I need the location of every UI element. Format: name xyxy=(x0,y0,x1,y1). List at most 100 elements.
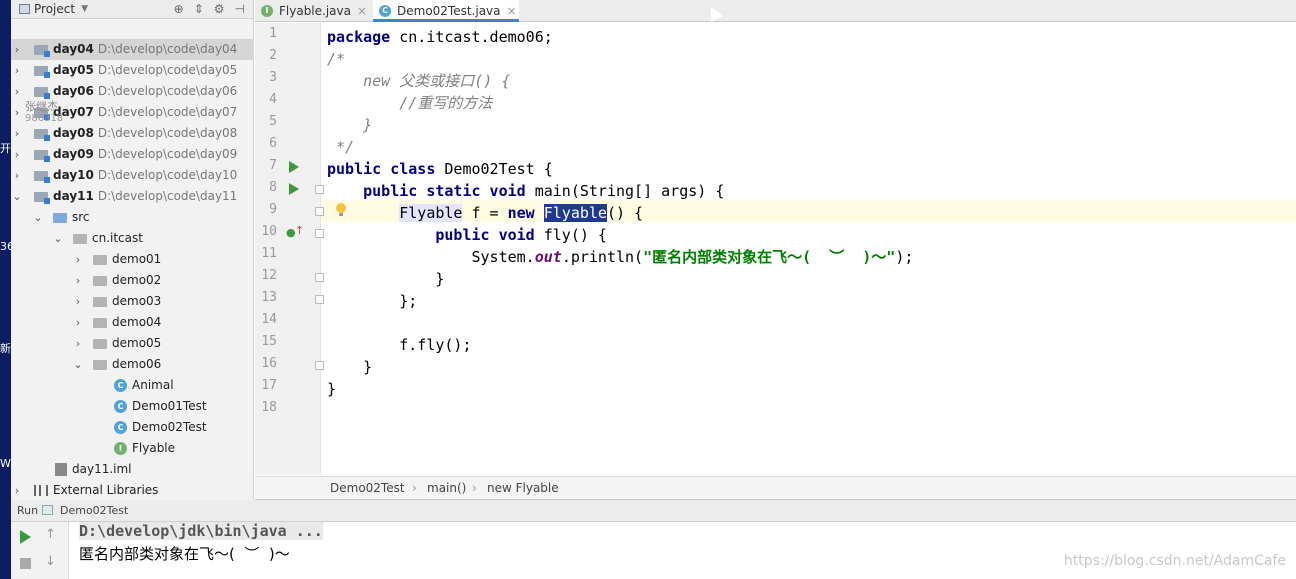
tree-item-day11[interactable]: ⌄ day11 D:\develop\code\day11 xyxy=(11,186,254,207)
locate-icon[interactable]: ⊕ xyxy=(174,2,184,16)
project-header[interactable]: Project ▼ ⊕ ⇕ ⚙ ⊣ xyxy=(11,0,253,19)
tree-item-demo03[interactable]: › demo03 xyxy=(11,291,254,312)
fold-icon[interactable] xyxy=(315,295,324,304)
tree-item-day08[interactable]: › day08 D:\develop\code\day08 xyxy=(11,123,254,144)
tree-item-package[interactable]: ⌄ cn.itcast xyxy=(11,228,254,249)
tree-item-demo01test[interactable]: C Demo01Test xyxy=(11,396,254,417)
breadcrumb-item[interactable]: Demo02Test xyxy=(330,481,405,495)
tree-item-flyable[interactable]: I Flyable xyxy=(11,438,254,459)
tree-item-external-libraries[interactable]: › External Libraries xyxy=(11,480,254,501)
tree-item-demo02[interactable]: › demo02 xyxy=(11,270,254,291)
chevron-right-icon[interactable]: › xyxy=(72,249,84,270)
stop-icon[interactable] xyxy=(20,558,31,569)
package-icon xyxy=(73,234,87,244)
tree-item-day07[interactable]: › day07 D:\develop\code\day07 张继杰 986318 xyxy=(11,100,254,124)
chevron-right-icon[interactable]: › xyxy=(11,480,23,501)
module-path: D:\develop\code\day07 xyxy=(97,105,238,119)
chevron-right-icon[interactable]: › xyxy=(11,123,23,144)
chevron-right-icon[interactable]: › xyxy=(72,333,84,354)
edge-text: 开 xyxy=(0,142,11,155)
tree-item-demo05[interactable]: › demo05 xyxy=(11,333,254,354)
line-number: 1 xyxy=(269,26,277,41)
tree-item-label: day05 D:\develop\code\day05 xyxy=(53,60,237,81)
chevron-right-icon[interactable]: › xyxy=(11,144,23,165)
arrow-up-icon[interactable]: ↑ xyxy=(45,527,56,542)
project-title[interactable]: Project xyxy=(34,2,75,16)
chevron-right-icon[interactable]: › xyxy=(72,291,84,312)
run-main-icon[interactable] xyxy=(289,183,299,195)
desktop-edge-strip: 开 36 新 W xyxy=(0,0,14,579)
watermark: https://blog.csdn.net/AdamCafe xyxy=(1063,553,1286,569)
code-line-7: public class Demo02Test { xyxy=(327,158,553,180)
chevron-right-icon[interactable]: › xyxy=(11,165,23,186)
run-class-icon[interactable] xyxy=(289,161,299,173)
class-icon: C xyxy=(379,5,391,17)
code-text: cn.itcast.demo06; xyxy=(390,28,553,46)
chevron-down-icon[interactable]: ⌄ xyxy=(72,354,84,375)
tab-demo02test[interactable]: C Demo02Test.java × xyxy=(373,0,519,22)
tree-item-demo06[interactable]: ⌄ demo06 xyxy=(11,354,254,375)
tree-item-demo01[interactable]: › demo01 xyxy=(11,249,254,270)
code-editor[interactable]: package cn.itcast.demo06; /* new 父类或接口()… xyxy=(327,23,1296,475)
collapse-icon[interactable]: ⇕ xyxy=(194,2,204,16)
tree-item-demo02test[interactable]: C Demo02Test xyxy=(11,417,254,438)
chevron-right-icon[interactable]: › xyxy=(11,81,23,102)
tree-item-day09[interactable]: › day09 D:\develop\code\day09 xyxy=(11,144,254,165)
breadcrumb-item[interactable]: new Flyable xyxy=(487,481,559,495)
run-config-name[interactable]: Demo02Test xyxy=(60,504,128,517)
tree-item-label: day04 D:\develop\code\day04 xyxy=(53,39,237,60)
arrow-down-icon[interactable]: ↓ xyxy=(45,554,56,569)
module-path: D:\develop\code\day06 xyxy=(97,84,238,98)
module-path: D:\develop\code\day04 xyxy=(97,42,238,56)
tree-item-label: day08 D:\develop\code\day08 xyxy=(53,123,237,144)
rerun-icon[interactable] xyxy=(20,530,31,544)
chevron-right-icon[interactable]: › xyxy=(11,102,23,123)
module-path: D:\develop\code\day11 xyxy=(97,189,238,203)
chevron-right-icon[interactable]: › xyxy=(72,312,84,333)
close-icon[interactable]: × xyxy=(507,4,517,18)
line-number: 14 xyxy=(261,312,277,327)
tree-item-day05[interactable]: › day05 D:\develop\code\day05 xyxy=(11,60,254,81)
string-literal: "匿名内部类对象在飞～( ︶ )～" xyxy=(643,248,896,266)
fold-icon[interactable] xyxy=(315,361,324,370)
module-name: day10 xyxy=(53,168,94,182)
line-number: 3 xyxy=(269,70,277,85)
keyword: package xyxy=(327,28,391,46)
chevron-down-icon[interactable]: ▼ xyxy=(81,4,88,14)
fold-icon[interactable] xyxy=(315,207,324,216)
override-arrow-icon[interactable]: ↑ xyxy=(295,224,304,237)
module-folder-icon xyxy=(34,150,50,162)
chevron-down-icon[interactable]: ⌄ xyxy=(32,207,44,228)
chevron-down-icon[interactable]: ⌄ xyxy=(11,186,23,207)
chevron-right-icon[interactable]: › xyxy=(11,39,23,60)
tree-item-src[interactable]: ⌄ src xyxy=(11,207,254,228)
code-line-10: public void fly() { xyxy=(327,224,607,246)
run-label[interactable]: Run xyxy=(17,504,38,517)
chevron-right-icon[interactable]: › xyxy=(11,60,23,81)
module-name: day04 xyxy=(53,42,94,56)
hide-icon[interactable]: ⊣ xyxy=(235,2,245,16)
line-number: 10 xyxy=(261,224,277,239)
tree-item-animal[interactable]: C Animal xyxy=(11,375,254,396)
breadcrumb-item[interactable]: main() xyxy=(427,481,466,495)
tree-item-iml[interactable]: day11.iml xyxy=(11,459,254,480)
code-line-13: }; xyxy=(327,292,418,310)
run-console: ↑ ↓ D:\develop\jdk\bin\java ... 匿名内部类对象在… xyxy=(11,522,1296,579)
tab-flyable[interactable]: I Flyable.java × xyxy=(255,0,370,22)
module-folder-icon xyxy=(34,66,50,78)
tree-item-day10[interactable]: › day10 D:\develop\code\day10 xyxy=(11,165,254,186)
source-folder-icon xyxy=(53,213,67,223)
chevron-down-icon[interactable]: ⌄ xyxy=(52,228,64,249)
keyword: public static void xyxy=(327,182,526,200)
project-panel: Project ▼ ⊕ ⇕ ⚙ ⊣ › day04 D:\develop\code… xyxy=(11,0,254,500)
fold-icon[interactable] xyxy=(315,185,324,194)
chevron-right-icon[interactable]: › xyxy=(72,270,84,291)
code-text: Demo02Test { xyxy=(435,160,553,178)
close-icon[interactable]: × xyxy=(357,4,367,18)
fold-icon[interactable] xyxy=(315,273,324,282)
fold-icon[interactable] xyxy=(315,229,324,238)
code-line-8: public static void main(String[] args) { xyxy=(327,180,724,202)
gear-icon[interactable]: ⚙ xyxy=(214,2,225,16)
tree-item-day04[interactable]: › day04 D:\develop\code\day04 xyxy=(11,39,254,60)
tree-item-demo04[interactable]: › demo04 xyxy=(11,312,254,333)
